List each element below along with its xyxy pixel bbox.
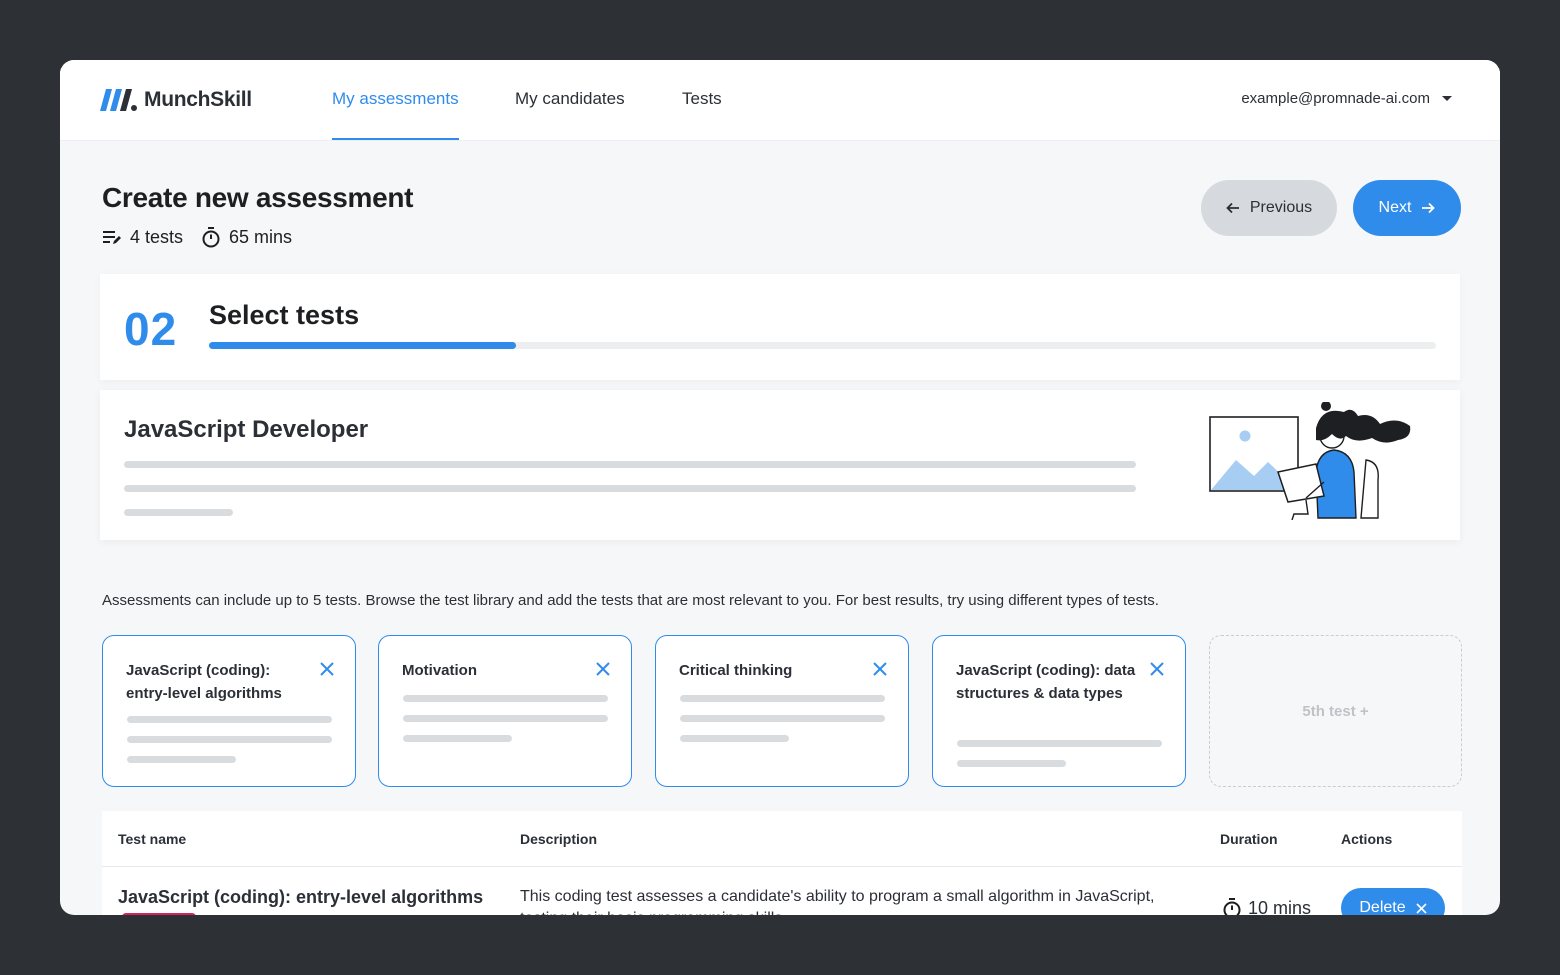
previous-button[interactable]: Previous (1201, 180, 1337, 236)
stopwatch-icon (202, 227, 220, 248)
nav-item-my-candidates[interactable]: My candidates (515, 60, 625, 140)
column-header-duration: Duration (1220, 831, 1278, 847)
close-icon[interactable] (1149, 661, 1165, 677)
top-nav: MunchSkill My assessments My candidates … (60, 60, 1500, 140)
selected-test-name: Critical thinking (679, 662, 793, 679)
step-title: Select tests (209, 300, 360, 330)
delete-button[interactable]: Delete (1341, 888, 1445, 915)
assessment-meta: 4 tests 65 mins (102, 226, 310, 248)
placeholder-line (680, 715, 885, 722)
placeholder-line (403, 735, 512, 742)
selected-test-card[interactable]: Critical thinking (655, 635, 909, 787)
previous-label: Previous (1249, 199, 1313, 216)
close-icon[interactable] (872, 661, 888, 677)
munchskill-logo-icon (100, 89, 137, 111)
arrow-right-icon (1422, 202, 1436, 214)
placeholder-line (403, 695, 608, 702)
list-edit-icon (103, 231, 121, 244)
placeholder-line (680, 695, 885, 702)
placeholder-line (403, 715, 608, 722)
selected-test-card[interactable]: JavaScript (coding): data structures & d… (932, 635, 1186, 787)
step-card: 02 Select tests (100, 274, 1460, 380)
close-icon[interactable] (595, 661, 611, 677)
tests-table: Test name Description Duration Actions J… (102, 811, 1462, 915)
role-card: JavaScript Developer (100, 390, 1460, 540)
next-label: Next (1378, 199, 1412, 216)
placeholder-line (124, 461, 1136, 468)
table-divider (102, 866, 1462, 867)
selected-test-card[interactable]: JavaScript (coding): entry-level algorit… (102, 635, 356, 787)
selected-test-name: JavaScript (coding): entry-level algorit… (126, 662, 282, 702)
step-number: 02 (124, 303, 178, 355)
caret-down-icon (1442, 96, 1452, 101)
placeholder-line (957, 740, 1162, 747)
nav-item-tests[interactable]: Tests (682, 60, 722, 140)
placeholder-line (124, 509, 233, 516)
info-text: Assessments can include up to 5 tests. B… (102, 592, 1159, 609)
selected-test-name: JavaScript (coding): data structures & d… (956, 662, 1136, 702)
delete-label: Delete (1359, 899, 1406, 915)
app-window: MunchSkill My assessments My candidates … (60, 60, 1500, 915)
next-button[interactable]: Next (1353, 180, 1461, 236)
tests-count: 4 tests (102, 227, 183, 248)
tests-count-label: 4 tests (130, 226, 184, 247)
placeholder-line (957, 760, 1066, 767)
row-description: This coding test assesses a candidate's … (520, 888, 1155, 915)
column-header-actions: Actions (1341, 831, 1393, 847)
step-progress-fill (209, 342, 516, 349)
category-badge (122, 913, 196, 915)
duration-label: 65 mins (229, 226, 293, 247)
row-duration: 10 mins (1222, 897, 1311, 915)
placeholder-line (127, 716, 332, 723)
placeholder-line (124, 485, 1136, 492)
user-email: example@promnade-ai.com (1241, 90, 1430, 107)
placeholder-line (127, 756, 236, 763)
close-icon[interactable] (319, 661, 335, 677)
row-test-name: JavaScript (coding): entry-level algorit… (118, 887, 484, 907)
duration: 65 mins (201, 226, 292, 248)
selected-test-card[interactable]: Motivation (378, 635, 632, 787)
logo[interactable]: MunchSkill (100, 86, 252, 114)
placeholder-line (127, 736, 332, 743)
placeholder-line (680, 735, 789, 742)
nav-item-my-assessments[interactable]: My assessments (332, 60, 459, 140)
page-title: Create new assessment (102, 182, 414, 213)
close-icon (1416, 902, 1427, 914)
user-menu[interactable]: example@promnade-ai.com (1241, 90, 1452, 107)
column-header-test-name: Test name (118, 831, 187, 847)
step-progress-bar (209, 342, 1436, 349)
arrow-left-icon (1226, 202, 1239, 214)
row-duration-label: 10 mins (1248, 897, 1312, 916)
add-test-button[interactable]: 5th test + (1209, 635, 1462, 787)
brand-name: MunchSkill (144, 88, 252, 111)
add-test-label: 5th test + (1302, 702, 1369, 720)
role-title: JavaScript Developer (124, 416, 369, 443)
column-header-description: Description (520, 831, 598, 847)
person-with-tablet-illustration (1209, 402, 1411, 520)
selected-test-name: Motivation (402, 662, 477, 679)
stopwatch-icon (1223, 898, 1241, 915)
